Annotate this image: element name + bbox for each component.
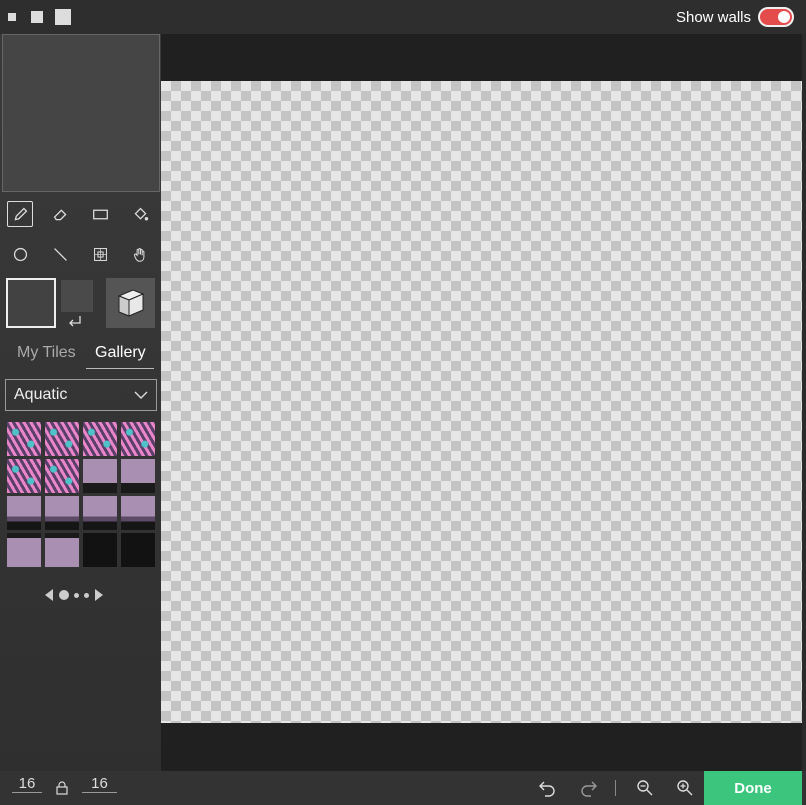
tile[interactable] — [120, 532, 156, 568]
select-tool[interactable] — [87, 241, 113, 267]
page-dot[interactable] — [84, 592, 89, 598]
chevron-down-icon — [134, 391, 148, 399]
eraser-tool[interactable] — [47, 201, 73, 227]
grid-select-icon — [93, 247, 107, 261]
tile[interactable] — [82, 458, 118, 494]
done-button[interactable]: Done — [704, 771, 802, 805]
pencil-tool[interactable] — [7, 201, 33, 227]
show-walls-control: Show walls — [676, 7, 794, 27]
hand-icon — [133, 247, 144, 262]
tile-tabs: My Tiles Gallery — [6, 344, 156, 372]
tile[interactable] — [44, 421, 80, 457]
show-walls-toggle[interactable] — [758, 7, 794, 27]
redo-icon[interactable] — [580, 779, 598, 797]
sidebar: My Tiles Gallery Aquatic — [0, 34, 161, 771]
tile[interactable] — [44, 532, 80, 568]
toggle-knob — [778, 11, 790, 23]
page-dot[interactable] — [74, 592, 79, 598]
toolbar-divider — [615, 780, 616, 796]
tile[interactable] — [6, 458, 42, 494]
3d-cube-button[interactable] — [106, 278, 155, 328]
bottom-bar: 16 16 Done — [0, 771, 806, 805]
swap-icon[interactable] — [67, 315, 83, 329]
pencil-icon — [14, 207, 27, 220]
tile-gallery-grid — [6, 421, 156, 569]
circle-icon — [13, 247, 27, 261]
zoom-out-icon[interactable] — [636, 779, 654, 797]
undo-icon[interactable] — [538, 779, 556, 797]
tile[interactable] — [6, 495, 42, 531]
eraser-icon — [53, 208, 67, 220]
tile[interactable] — [44, 458, 80, 494]
rectangle-tool[interactable] — [87, 201, 113, 227]
tile[interactable] — [120, 421, 156, 457]
zoom-in-icon[interactable] — [676, 779, 694, 797]
primary-tile-swatch[interactable] — [6, 278, 56, 328]
page-dot-active[interactable] — [59, 590, 69, 600]
tileset-select[interactable]: Aquatic — [5, 379, 157, 411]
tile[interactable] — [6, 421, 42, 457]
width-input[interactable]: 16 — [12, 775, 42, 793]
tile[interactable] — [6, 532, 42, 568]
hand-tool[interactable] — [127, 241, 153, 267]
line-tool[interactable] — [47, 241, 73, 267]
line-icon — [53, 247, 67, 261]
large-size-icon[interactable] — [55, 9, 71, 25]
canvas-area — [161, 34, 802, 771]
tile[interactable] — [82, 495, 118, 531]
tile[interactable] — [44, 495, 80, 531]
tile-preview — [2, 34, 160, 192]
small-size-icon[interactable] — [8, 13, 16, 21]
fill-tool[interactable] — [127, 201, 153, 227]
tile[interactable] — [120, 458, 156, 494]
rectangle-icon — [92, 209, 108, 219]
gallery-pager — [44, 587, 104, 603]
lock-icon[interactable] — [56, 781, 68, 795]
medium-size-icon[interactable] — [31, 11, 43, 23]
tile[interactable] — [82, 421, 118, 457]
secondary-tile-swatch[interactable] — [61, 280, 93, 312]
tab-gallery[interactable]: Gallery — [86, 344, 154, 369]
tile[interactable] — [82, 532, 118, 568]
tab-my-tiles[interactable]: My Tiles — [17, 344, 76, 368]
prev-page-icon[interactable] — [44, 588, 54, 602]
tile[interactable] — [120, 495, 156, 531]
cube-icon — [117, 289, 144, 317]
top-bar: Show walls — [0, 0, 806, 34]
height-input[interactable]: 16 — [82, 775, 117, 793]
show-walls-label: Show walls — [675, 8, 751, 26]
next-page-icon[interactable] — [94, 588, 104, 602]
drawing-canvas[interactable] — [161, 81, 802, 723]
tileset-select-value: Aquatic — [14, 386, 68, 403]
circle-tool[interactable] — [7, 241, 33, 267]
fill-bucket-icon — [133, 207, 148, 220]
